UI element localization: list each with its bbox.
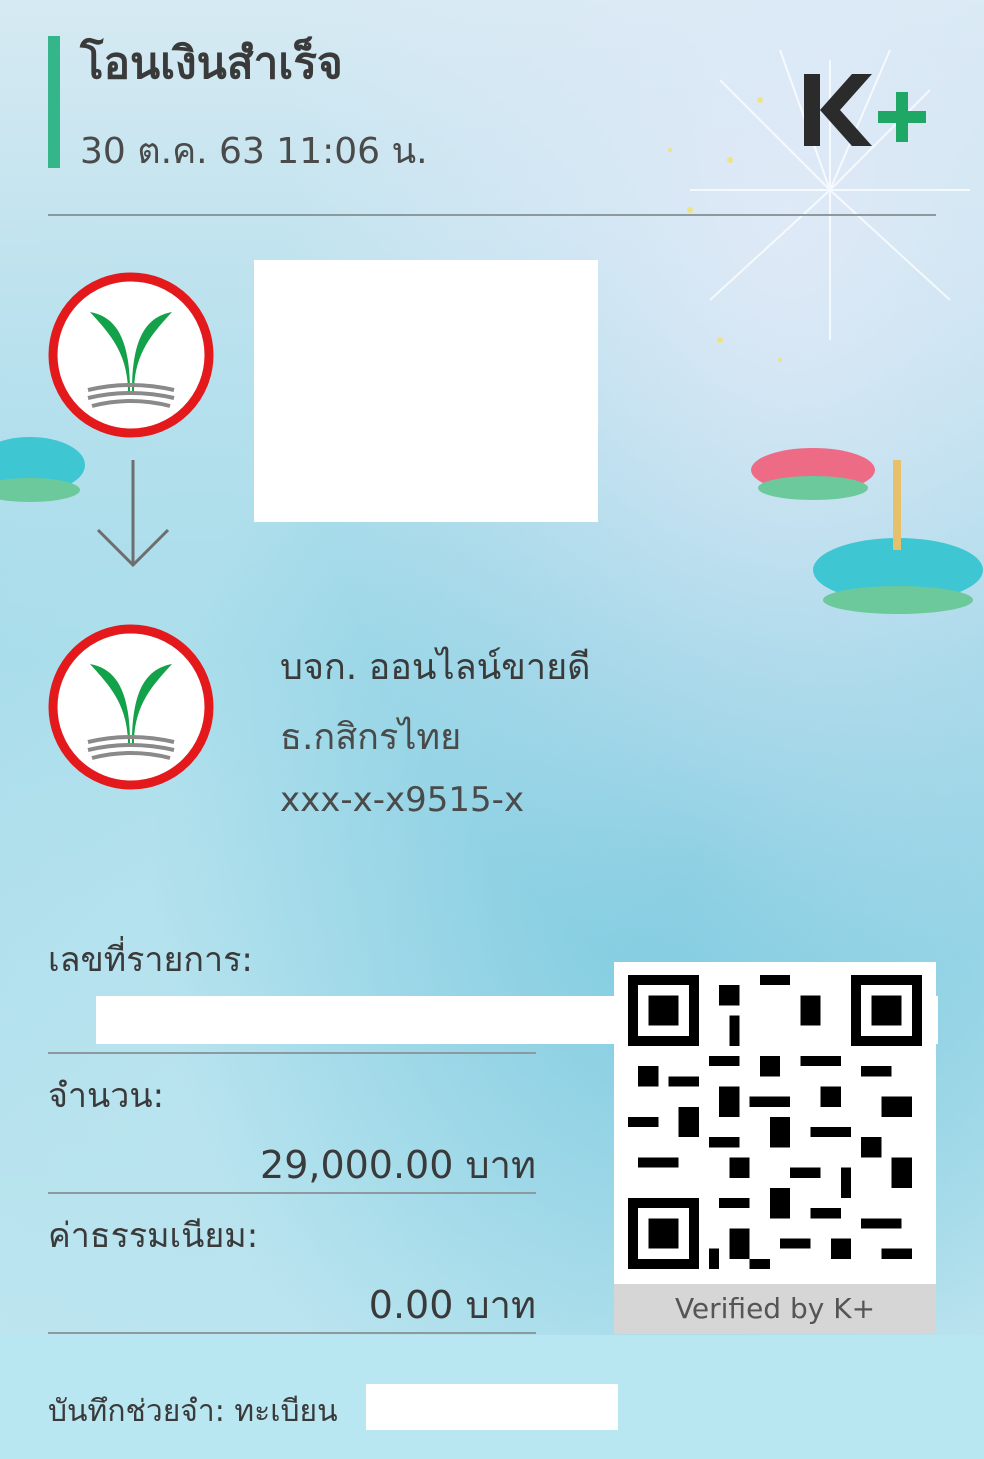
verified-label: Verified by K+ xyxy=(614,1284,936,1334)
header-divider xyxy=(48,214,936,216)
verification-qr[interactable]: Verified by K+ xyxy=(614,962,936,1334)
page-title: โอนเงินสำเร็จ xyxy=(80,38,343,89)
recipient-account: xxx-x-x9515-x xyxy=(280,780,525,820)
reference-label: เลขที่รายการ: xyxy=(48,940,253,980)
fee-value: 0.00 บาท xyxy=(368,1283,536,1327)
sender-bank-logo xyxy=(48,272,214,438)
recipient-bank: ธ.กสิกรไทย xyxy=(280,717,462,758)
fee-divider xyxy=(48,1332,536,1334)
amount-label: จำนวน: xyxy=(48,1076,165,1116)
memo-text: บันทึกช่วยจำ: ทะเบียน xyxy=(48,1394,338,1429)
qr-code xyxy=(628,975,922,1269)
arrow-down-icon xyxy=(96,460,170,568)
transfer-slip: โอนเงินสำเร็จ 30 ต.ค. 63 11:06 น. บจก. อ… xyxy=(0,0,984,1459)
krathong-decoration xyxy=(751,448,983,614)
transaction-datetime: 30 ต.ค. 63 11:06 น. xyxy=(80,131,428,172)
kplus-logo xyxy=(804,74,926,146)
accent-bar xyxy=(48,36,60,168)
fee-label: ค่าธรรมเนียม: xyxy=(48,1216,259,1256)
sender-info-redacted xyxy=(254,260,598,522)
amount-divider xyxy=(48,1192,536,1194)
amount-value: 29,000.00 บาท xyxy=(260,1143,536,1187)
memo-redacted xyxy=(366,1384,618,1430)
recipient-bank-logo xyxy=(48,624,214,790)
recipient-name: บจก. ออนไลน์ขายดี xyxy=(280,647,591,688)
reference-divider xyxy=(48,1052,536,1054)
